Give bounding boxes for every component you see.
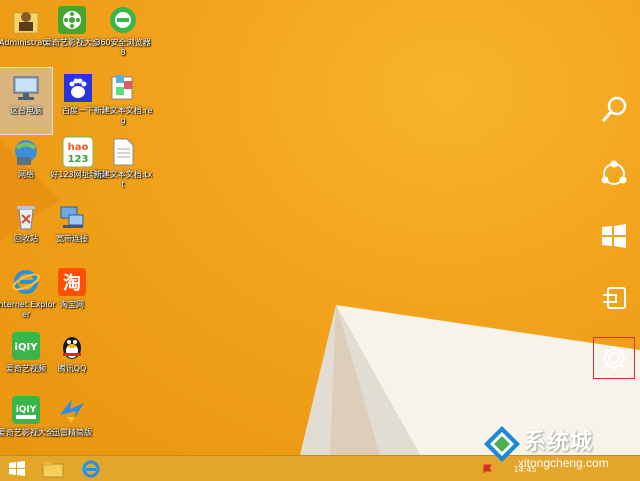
desktop: Administrat... 爱奇艺影视大全 360安全浏览器8 这台电脑 百度… bbox=[0, 0, 640, 455]
search-icon bbox=[601, 96, 627, 122]
desktop-icon-xunlei[interactable]: 迅雷精简版 bbox=[46, 390, 98, 455]
share-icon bbox=[601, 160, 627, 185]
taskbar-internet-explorer[interactable] bbox=[74, 458, 108, 480]
hao123-icon: hao 123 bbox=[62, 136, 94, 168]
browser-360-icon bbox=[107, 4, 139, 36]
devices-icon bbox=[603, 287, 626, 309]
watermark-title: 系统城 bbox=[524, 430, 594, 455]
computer-icon bbox=[10, 72, 42, 104]
watermark: 系统城 xitongcheng.com bbox=[482, 424, 632, 474]
folder-icon bbox=[42, 462, 64, 478]
taobao-logo-text: 淘 bbox=[63, 272, 81, 294]
desktop-icon-iqiyi-video[interactable]: iQIY 爱奇艺视频 bbox=[0, 326, 52, 392]
desktop-icon-recycle-bin[interactable]: 回收站 bbox=[0, 196, 52, 262]
user-folder-icon bbox=[10, 4, 42, 36]
iqiyi-dq-logo-text: iQIY bbox=[16, 405, 37, 415]
start-button[interactable] bbox=[0, 458, 34, 480]
baidu-paw-icon bbox=[62, 72, 94, 104]
desktop-icon-administrator[interactable]: Administrat... bbox=[0, 0, 53, 66]
charm-devices[interactable] bbox=[594, 278, 634, 318]
charm-settings[interactable] bbox=[593, 337, 635, 379]
charm-share[interactable] bbox=[594, 154, 634, 194]
charm-search[interactable] bbox=[594, 90, 634, 130]
hao123-logo-number: 123 bbox=[68, 154, 89, 165]
desktop-icon-iqiyi-dq[interactable]: iQIY 爱奇艺影视大全 bbox=[0, 390, 54, 455]
hao123-logo-text: hao bbox=[68, 142, 89, 153]
iqiyi-dq-icon: iQIY bbox=[10, 394, 42, 426]
qq-penguin-icon bbox=[56, 330, 88, 362]
recycle-bin-icon bbox=[10, 200, 42, 232]
desktop-icon-aiqiyi-dq[interactable]: 爱奇艺影视大全 bbox=[44, 0, 100, 66]
desktop-icon-qq[interactable]: 腾讯QQ bbox=[46, 326, 98, 392]
ie-icon bbox=[82, 460, 100, 478]
taobao-icon: 淘 bbox=[56, 266, 88, 298]
watermark-logo-icon bbox=[484, 426, 520, 462]
watermark-url: xitongcheng.com bbox=[518, 456, 609, 470]
desktop-icon-taobao[interactable]: 淘 淘宝网 bbox=[46, 262, 98, 328]
windows-logo-icon bbox=[9, 461, 25, 476]
ie-icon bbox=[10, 266, 42, 298]
charm-start[interactable] bbox=[594, 216, 634, 256]
desktop-icon-network[interactable]: 网络 bbox=[0, 132, 52, 198]
windows-logo-icon bbox=[602, 224, 626, 248]
desktop-icon-broadband[interactable]: 宽带连接 bbox=[46, 196, 98, 262]
iqiyi-icon: iQIY bbox=[10, 330, 42, 362]
iqiyi-logo-text: iQIY bbox=[15, 342, 39, 353]
desktop-icon-reg-file[interactable]: 新建文本文档.reg bbox=[94, 68, 152, 134]
film-icon bbox=[56, 4, 88, 36]
xunlei-bird-icon bbox=[56, 394, 88, 426]
desktop-icon-internet-explorer[interactable]: Internet Explorer bbox=[0, 262, 56, 328]
broadband-icon bbox=[56, 200, 88, 232]
charms-bar bbox=[590, 90, 640, 380]
text-file-icon bbox=[107, 136, 139, 168]
network-icon bbox=[10, 136, 42, 168]
desktop-icon-this-pc[interactable]: 这台电脑 bbox=[0, 67, 53, 135]
desktop-icon-360-browser[interactable]: 360安全浏览器8 bbox=[95, 0, 151, 66]
gear-icon bbox=[602, 346, 626, 370]
taskbar-file-explorer[interactable] bbox=[36, 458, 70, 480]
desktop-icon-txt-file[interactable]: 新建文本文档.txt bbox=[94, 132, 152, 198]
reg-file-icon bbox=[107, 72, 139, 104]
